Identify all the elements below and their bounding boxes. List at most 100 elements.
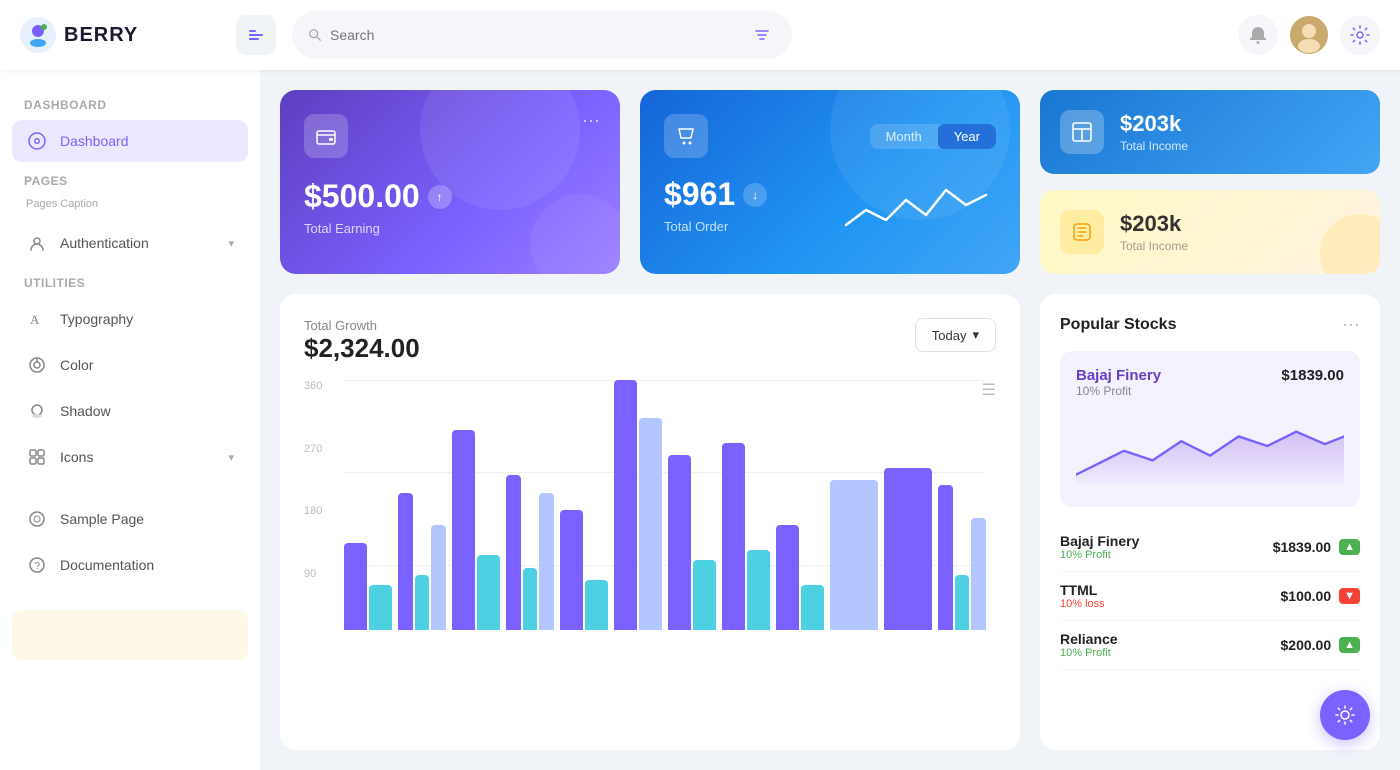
chart-bar xyxy=(747,550,770,630)
search-input[interactable] xyxy=(330,27,740,43)
fab-settings-icon xyxy=(1334,704,1356,726)
sidebar-item-typography[interactable]: A Typography xyxy=(12,298,248,340)
bar-group xyxy=(884,380,932,630)
sidebar-item-authentication[interactable]: Authentication ▾ xyxy=(12,222,248,264)
sidebar-item-shadow[interactable]: Shadow xyxy=(12,390,248,432)
income-yellow-amount: $203k xyxy=(1120,211,1188,237)
y-axis-labels: 360 270 180 90 xyxy=(304,380,339,630)
chart-bar xyxy=(639,418,662,631)
income-blue-label: Total Income xyxy=(1120,139,1188,153)
bar-group xyxy=(560,380,608,630)
fab-button[interactable] xyxy=(1320,690,1370,740)
stock-list: Bajaj Finery 10% Profit $1839.00 ▲ TTML … xyxy=(1060,523,1360,670)
stock-sub: 10% loss xyxy=(1060,598,1105,610)
avatar[interactable] xyxy=(1290,16,1328,54)
chart-bar xyxy=(884,468,932,631)
authentication-label: Authentication xyxy=(60,235,149,251)
earning-amount: $500.00 ↑ xyxy=(304,178,596,215)
shadow-icon xyxy=(26,400,48,422)
notifications-button[interactable] xyxy=(1238,15,1278,55)
y-label-180: 180 xyxy=(304,505,339,517)
year-button[interactable]: Year xyxy=(938,124,996,149)
typography-icon: A xyxy=(26,308,48,330)
chart-bar xyxy=(830,480,878,630)
featured-stock-header: Bajaj Finery $1839.00 xyxy=(1076,367,1344,384)
sidebar-item-dashboard[interactable]: Dashboard xyxy=(12,120,248,162)
y-label-360: 360 xyxy=(304,380,339,392)
utilities-section-title: Utilities xyxy=(12,268,248,294)
bar-group xyxy=(452,380,500,630)
authentication-icon xyxy=(26,232,48,254)
logo: BERRY xyxy=(20,17,220,53)
sample-page-label: Sample Page xyxy=(60,511,144,527)
earning-icon-box xyxy=(304,114,348,158)
cards-row: ··· $500.00 ↑ Total Earning xyxy=(280,90,1380,274)
documentation-icon: ? xyxy=(26,554,48,576)
month-button[interactable]: Month xyxy=(870,124,938,149)
shadow-label: Shadow xyxy=(60,403,111,419)
income-blue-amount: $203k xyxy=(1120,111,1188,137)
chart-bar xyxy=(955,575,970,630)
y-label-90: 90 xyxy=(304,568,339,580)
earning-label: Total Earning xyxy=(304,221,596,236)
stock-sub: 10% Profit xyxy=(1060,549,1139,561)
earning-dots-menu[interactable]: ··· xyxy=(582,110,600,131)
search-bar xyxy=(292,11,792,59)
chart-bar xyxy=(452,430,475,630)
sidebar-item-icons[interactable]: Icons ▾ xyxy=(12,436,248,478)
chart-bar xyxy=(369,585,392,630)
stocks-panel: Popular Stocks ··· Bajaj Finery $1839.00… xyxy=(1040,294,1380,750)
bar-group xyxy=(830,380,878,630)
chart-bar xyxy=(506,475,521,630)
order-icon-box xyxy=(664,114,708,158)
chart-bar xyxy=(560,510,583,630)
today-button[interactable]: Today ▾ xyxy=(915,318,996,352)
stock-sub: 10% Profit xyxy=(1060,647,1118,659)
chart-bar xyxy=(523,568,538,631)
header: BERRY xyxy=(0,0,1400,70)
icons-label: Icons xyxy=(60,449,93,465)
bell-icon xyxy=(1248,25,1268,45)
dashboard-section-title: Dashboard xyxy=(12,90,248,116)
income-yellow-icon xyxy=(1060,210,1104,254)
sample-page-icon xyxy=(26,508,48,530)
chart-bar xyxy=(722,443,745,631)
user-avatar xyxy=(1290,16,1328,54)
bar-group xyxy=(506,380,554,630)
content-area: ··· $500.00 ↑ Total Earning xyxy=(260,70,1400,770)
chart-bar xyxy=(693,560,716,630)
stocks-title: Popular Stocks xyxy=(1060,316,1176,334)
sidebar-item-documentation[interactable]: ? Documentation xyxy=(12,544,248,586)
chart-bar xyxy=(477,555,500,630)
sidebar-item-color[interactable]: Color xyxy=(12,344,248,386)
bar-group xyxy=(722,380,770,630)
pages-caption: Pages Caption xyxy=(12,196,248,218)
stocks-dots-menu[interactable]: ··· xyxy=(1342,314,1360,335)
menu-button[interactable] xyxy=(236,15,276,55)
filter-button[interactable] xyxy=(748,19,776,51)
shopping-icon xyxy=(675,125,697,147)
sidebar-item-sample-page[interactable]: Sample Page xyxy=(12,498,248,540)
chart-bar xyxy=(415,575,430,630)
badge-icon xyxy=(1071,221,1093,243)
header-right xyxy=(1238,15,1380,55)
settings-button[interactable] xyxy=(1340,15,1380,55)
order-toggle-row: Month Year xyxy=(664,114,996,158)
order-label: Total Order xyxy=(664,219,767,234)
right-stat-cards: $203k Total Income $203k xyxy=(1040,90,1380,274)
dashboard-icon xyxy=(26,130,48,152)
chart-bar xyxy=(801,585,824,630)
logo-icon xyxy=(20,17,56,53)
growth-title: Total Growth xyxy=(304,318,420,333)
color-label: Color xyxy=(60,357,93,373)
main-layout: Dashboard Dashboard Pages Pages Caption xyxy=(0,70,1400,770)
trend-up-badge: ▲ xyxy=(1339,539,1360,555)
list-item: Bajaj Finery 10% Profit $1839.00 ▲ xyxy=(1060,523,1360,572)
featured-stock-profit: 10% Profit xyxy=(1076,384,1344,398)
growth-amount: $2,324.00 xyxy=(304,333,420,364)
icons-chevron: ▾ xyxy=(228,451,234,464)
bar-group xyxy=(776,380,824,630)
chevron-down-icon: ▾ xyxy=(972,327,979,343)
stock-name: Reliance xyxy=(1060,631,1118,647)
dashboard-label: Dashboard xyxy=(60,133,129,149)
